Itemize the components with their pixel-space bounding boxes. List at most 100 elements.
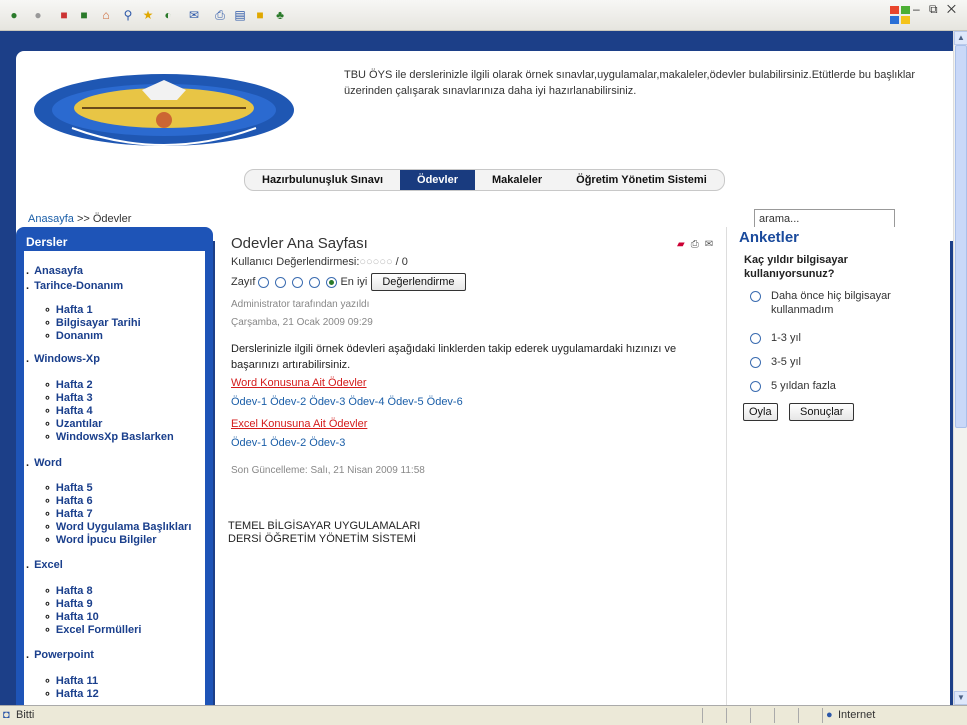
rating-radio-2[interactable]: [275, 276, 287, 288]
print-icon[interactable]: ⎙: [212, 7, 228, 23]
sidebar-item-hafta-1[interactable]: ∘ Hafta 1: [44, 303, 93, 316]
status-divider: [798, 708, 799, 723]
status-divider: [702, 708, 703, 723]
status-divider: [774, 708, 775, 723]
pdf-icon[interactable]: ▰: [677, 239, 685, 250]
messenger-icon[interactable]: ♣: [272, 7, 288, 23]
word-assignment-links[interactable]: Ödev-1 Ödev-2 Ödev-3 Ödev-4 Ödev-5 Ödev-…: [231, 396, 463, 408]
sidebar-title: Dersler: [26, 235, 68, 249]
excel-assignment-links[interactable]: Ödev-1 Ödev-2 Ödev-3: [231, 437, 345, 449]
edit-icon[interactable]: ▤: [232, 7, 248, 23]
rating-radio-3[interactable]: [292, 276, 304, 288]
sidebar-item-hafta-8[interactable]: ∘ Hafta 8: [44, 584, 93, 597]
search-icon[interactable]: ⚲: [120, 7, 136, 23]
sidebar-item-hafta-9[interactable]: ∘ Hafta 9: [44, 597, 93, 610]
browser-toolbar: ● ● ■ ■ ⌂ ⚲ ★ ◐ ✉ ⎙ ▤ ■ ♣ – ⧉ ✕: [0, 0, 967, 31]
course-footer: TEMEL BİLGİSAYAR UYGULAMALARI DERSİ ÖĞRE…: [228, 520, 421, 545]
windows-logo-icon: [890, 6, 910, 24]
back-icon[interactable]: ●: [6, 7, 22, 23]
nav-oys[interactable]: Öğretim Yönetim Sistemi: [559, 170, 724, 190]
status-text: Bitti: [16, 709, 35, 721]
history-icon[interactable]: ◐: [160, 7, 176, 23]
sidebar-item-winxp-baslarken[interactable]: ∘ WindowsXp Baslarken: [44, 430, 174, 443]
nav-odevler[interactable]: Ödevler: [400, 170, 475, 190]
sidebar-item-tarihce[interactable]: . Tarihce-Donanım: [26, 280, 123, 292]
rating-scale-low: Zayıf: [231, 276, 256, 288]
vote-button[interactable]: Oyla: [743, 403, 778, 421]
sidebar-item-hafta-3[interactable]: ∘ Hafta 3: [44, 391, 93, 404]
excel-assignments-link[interactable]: Excel Konusuna Ait Ödevler: [231, 418, 367, 430]
breadcrumb-separator: >>: [76, 213, 90, 225]
article-intro: Derslerinizle ilgili örnek ödevleri aşağ…: [231, 343, 677, 371]
email-icon[interactable]: ✉: [705, 239, 713, 250]
poll-radio[interactable]: [750, 291, 761, 302]
article-author: Administrator tarafından yazıldı: [231, 299, 370, 310]
breadcrumb-current: Ödevler: [92, 213, 132, 225]
word-assignments-link[interactable]: Word Konusuna Ait Ödevler: [231, 377, 367, 389]
sidebar-item-bilgisayar-tarihi[interactable]: ∘ Bilgisayar Tarihi: [44, 316, 141, 329]
poll-question: Kaç yıldır bilgisayar kullanıyorsunuz?: [744, 254, 848, 280]
page-viewport: TBU ÖYS ile derslerinizle ilgili olarak …: [0, 31, 953, 705]
breadcrumb: Anasayfa >> Ödevler: [28, 213, 131, 225]
sidebar-item-hafta-11[interactable]: ∘ Hafta 11: [44, 674, 98, 687]
poll-option[interactable]: 3-5 yıl: [747, 355, 801, 369]
sidebar-item-uzantilar[interactable]: ∘ Uzantılar: [44, 417, 102, 430]
sidebar-item-excel[interactable]: . Excel: [26, 559, 63, 571]
rating-radio-5[interactable]: [326, 276, 338, 288]
sidebar-item-excel-formulleri[interactable]: ∘ Excel Formülleri: [44, 623, 141, 636]
sidebar-item-hafta-6[interactable]: ∘ Hafta 6: [44, 494, 93, 507]
status-bar: ◘ Bitti ● Internet: [0, 705, 967, 725]
stop-icon[interactable]: ■: [56, 7, 72, 23]
forward-icon[interactable]: ●: [30, 7, 46, 23]
site-tagline: TBU ÖYS ile derslerinizle ilgili olarak …: [344, 69, 916, 97]
rating-radio-4[interactable]: [309, 276, 321, 288]
status-divider: [726, 708, 727, 723]
refresh-icon[interactable]: ■: [76, 7, 92, 23]
nav-makaleler[interactable]: Makaleler: [475, 170, 559, 190]
home-icon[interactable]: ⌂: [98, 7, 114, 23]
scroll-up-icon[interactable]: ▲: [954, 31, 967, 45]
poll-title: Anketler: [739, 229, 800, 246]
favorites-icon[interactable]: ★: [140, 7, 156, 23]
poll-panel: Anketler Kaç yıldır bilgisayar kullanıyo…: [726, 227, 926, 705]
poll-radio[interactable]: [750, 381, 761, 392]
rating-radio-1[interactable]: [258, 276, 270, 288]
poll-option[interactable]: Daha önce hiç bilgisayar kullanmadım: [747, 289, 917, 317]
sidebar-item-hafta-2[interactable]: ∘ Hafta 2: [44, 378, 93, 391]
sidebar-item-hafta-5[interactable]: ∘ Hafta 5: [44, 481, 93, 494]
search-input[interactable]: arama...: [754, 209, 895, 229]
rate-button[interactable]: Değerlendirme: [371, 273, 466, 291]
poll-option[interactable]: 1-3 yıl: [747, 331, 801, 345]
poll-radio[interactable]: [750, 333, 761, 344]
sidebar-item-powerpoint[interactable]: . Powerpoint: [26, 649, 94, 661]
sidebar-item-hafta-4[interactable]: ∘ Hafta 4: [44, 404, 93, 417]
internet-zone-icon: ●: [826, 709, 833, 721]
sidebar-item-hafta-12[interactable]: ∘ Hafta 12: [44, 687, 99, 700]
mail-icon[interactable]: ✉: [186, 7, 202, 23]
vertical-scrollbar[interactable]: ▲ ▼: [953, 31, 967, 705]
rating-stars: ○○○○○: [359, 256, 393, 268]
main-nav: Hazırbulunuşluk Sınavı Ödevler Makaleler…: [244, 169, 725, 191]
sidebar-item-donanim[interactable]: ∘ Donanım: [44, 329, 103, 342]
article-title: Odevler Ana Sayfası: [231, 235, 368, 252]
sidebar-item-word-ipucu[interactable]: ∘ Word İpucu Bilgiler: [44, 533, 157, 546]
window-controls[interactable]: – ⧉ ✕: [913, 2, 959, 17]
sidebar-item-word[interactable]: . Word: [26, 457, 62, 469]
results-button[interactable]: Sonuçlar: [789, 403, 855, 421]
sidebar-item-windows-xp[interactable]: . Windows-Xp: [26, 353, 100, 365]
scroll-thumb[interactable]: [955, 45, 967, 428]
scroll-down-icon[interactable]: ▼: [954, 691, 967, 705]
nav-hazirbulunusluk[interactable]: Hazırbulunuşluk Sınavı: [245, 170, 400, 190]
sidebar-item-hafta-7[interactable]: ∘ Hafta 7: [44, 507, 93, 520]
poll-option[interactable]: 5 yıldan fazla: [747, 379, 836, 393]
sidebar-item-anasayfa[interactable]: . Anasayfa: [26, 265, 83, 277]
sidebar-item-hafta-10[interactable]: ∘ Hafta 10: [44, 610, 99, 623]
site-header: TBU ÖYS ile derslerinizle ilgili olarak …: [16, 51, 953, 165]
discuss-icon[interactable]: ■: [252, 7, 268, 23]
article-tools: ▰ ⎙ ✉: [677, 239, 713, 250]
breadcrumb-home[interactable]: Anasayfa: [28, 213, 74, 225]
school-logo[interactable]: [32, 70, 297, 151]
poll-radio[interactable]: [750, 357, 761, 368]
print-icon[interactable]: ⎙: [691, 239, 699, 250]
sidebar-item-word-uygulama[interactable]: ∘ Word Uygulama Başlıkları: [44, 520, 191, 533]
